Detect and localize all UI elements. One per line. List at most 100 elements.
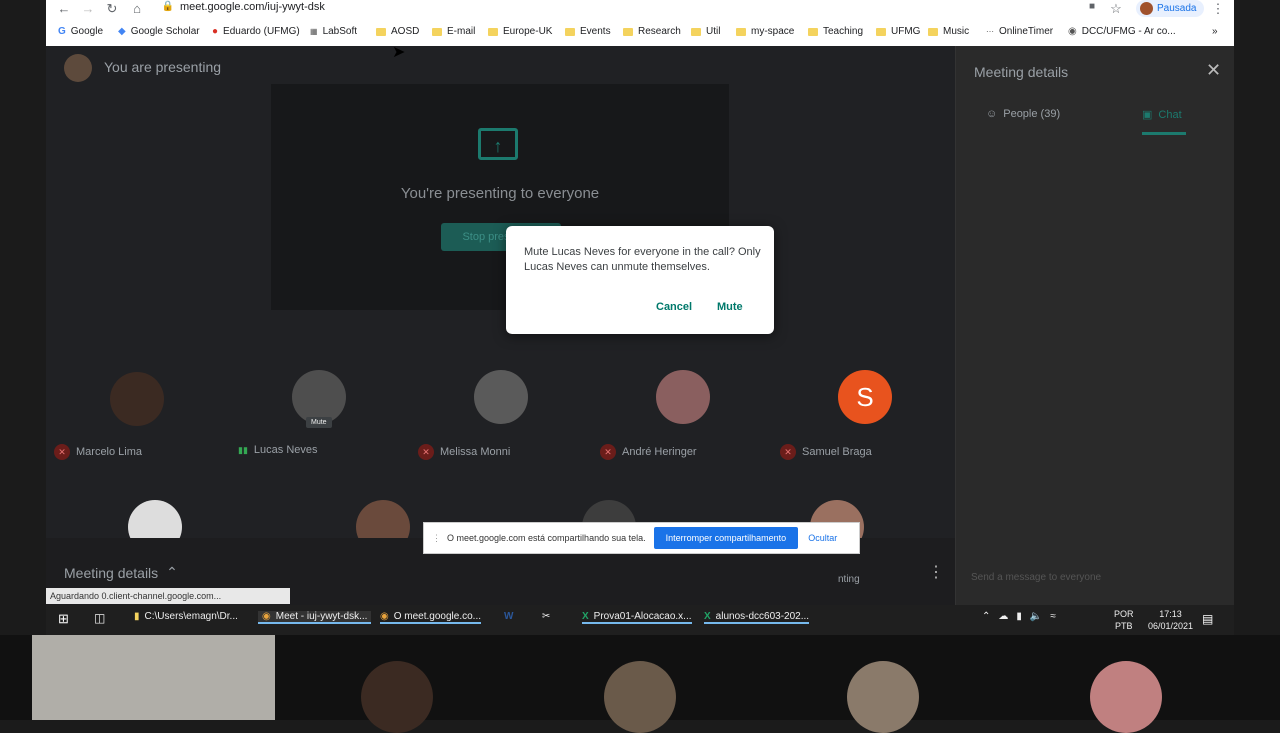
bookmark-music[interactable]: Music bbox=[928, 26, 969, 37]
meeting-details-label: Meeting details bbox=[64, 564, 159, 581]
bookmark-europe[interactable]: Europe-UK bbox=[488, 26, 552, 37]
taskbar-excel-2[interactable]: Xalunos-dcc603-202... bbox=[704, 611, 810, 624]
star-icon[interactable]: ☆ bbox=[1108, 1, 1124, 17]
participant-andre[interactable]: ✕ André Heringer bbox=[600, 444, 697, 460]
folder-icon bbox=[623, 27, 633, 36]
presenting-status: nting bbox=[838, 574, 860, 585]
taskbar-explorer[interactable]: ▮ C:\Users\emagn\Dr... bbox=[134, 611, 238, 622]
bookmark-events[interactable]: Events bbox=[565, 26, 611, 37]
chat-input[interactable]: Send a message to everyone bbox=[971, 572, 1101, 583]
bookmark-research[interactable]: Research bbox=[623, 26, 681, 37]
participant-name: Melissa Monni bbox=[440, 446, 511, 458]
avatar bbox=[656, 370, 710, 424]
language-indicator[interactable]: POR PTB bbox=[1114, 608, 1134, 632]
avatar bbox=[474, 370, 528, 424]
timer-icon: ⋯ bbox=[986, 27, 994, 36]
labsoft-icon: ▦ bbox=[310, 27, 318, 36]
drag-handle-icon[interactable]: ⋮ bbox=[432, 533, 441, 544]
tab-label: Chat bbox=[1158, 108, 1182, 121]
bookmark-util[interactable]: Util bbox=[691, 26, 720, 37]
participant-lucas[interactable]: ▮▮ Lucas Neves bbox=[238, 444, 318, 456]
participant-name: Samuel Braga bbox=[802, 446, 872, 458]
system-tray[interactable]: ⌃ ☁ ▮ 🔈 ≈ bbox=[982, 611, 1056, 622]
more-options-icon[interactable]: ⋮ bbox=[928, 562, 944, 582]
reload-icon[interactable]: ↻ bbox=[104, 1, 120, 17]
bookmark-scholar[interactable]: ◆ Google Scholar bbox=[118, 26, 200, 37]
presenting-to-text: You're presenting to everyone bbox=[400, 185, 600, 202]
task-view-icon[interactable]: ◫ bbox=[94, 611, 105, 625]
windows-start-icon[interactable]: ⊞ bbox=[58, 611, 69, 627]
lang-label: POR bbox=[1114, 609, 1134, 619]
bookmark-myspace[interactable]: my-space bbox=[736, 26, 794, 37]
bookmark-label: my-space bbox=[751, 26, 795, 37]
windows-taskbar: ⊞ ◫ ▮ C:\Users\emagn\Dr... ◉ Meet - iuj-yw… bbox=[46, 605, 1234, 635]
snipping-icon[interactable]: ✂ bbox=[542, 611, 550, 622]
profile-label: Pausada bbox=[1157, 3, 1197, 14]
mouse-cursor-icon: ➤ bbox=[392, 44, 406, 61]
menu-icon[interactable]: ⋮ bbox=[1210, 1, 1226, 17]
participant-marcelo[interactable]: ✕ Marcelo Lima bbox=[54, 444, 142, 460]
bookmark-onlinetimer[interactable]: ⋯ OnlineTimer bbox=[986, 26, 1053, 37]
hide-button[interactable]: Ocultar bbox=[808, 533, 837, 543]
taskbar-label: O meet.google.co... bbox=[393, 611, 482, 622]
bookmark-teaching[interactable]: Teaching bbox=[808, 26, 863, 37]
camera-icon[interactable]: ■ bbox=[1084, 1, 1100, 12]
mic-off-icon: ✕ bbox=[418, 444, 434, 460]
bookmark-dcc[interactable]: ◉ DCC/UFMG - Ar co... bbox=[1068, 26, 1176, 37]
mute-dialog: Mute Lucas Neves for everyone in the cal… bbox=[506, 226, 774, 334]
url-field[interactable]: meet.google.com/iuj-ywyt-dsk bbox=[180, 1, 325, 13]
tab-people[interactable]: ☺ People (39) bbox=[986, 108, 1060, 120]
stop-sharing-button[interactable]: Interromper compartilhamento bbox=[653, 527, 799, 549]
avatar bbox=[604, 661, 676, 733]
taskbar-meet-share[interactable]: ◉ O meet.google.co... bbox=[380, 611, 482, 624]
meeting-details-panel: Meeting details ✕ ☺ People (39) ▣ Chat Sen… bbox=[955, 46, 1234, 605]
more-bookmarks-icon[interactable]: » bbox=[1212, 26, 1218, 37]
presenting-label: You are presenting bbox=[104, 59, 222, 75]
mute-tooltip: Mute bbox=[306, 417, 332, 428]
mute-button[interactable]: Mute bbox=[717, 301, 743, 313]
notification-icon[interactable]: ▤ bbox=[1202, 612, 1213, 626]
participant-samuel[interactable]: ✕ Samuel Braga bbox=[780, 444, 872, 460]
tab-label: People (39) bbox=[1003, 108, 1061, 120]
cancel-button[interactable]: Cancel bbox=[656, 301, 692, 313]
participant-name: André Heringer bbox=[622, 446, 697, 458]
taskbar-meet[interactable]: ◉ Meet - iuj-ywyt-dsk... bbox=[258, 611, 372, 624]
forward-icon[interactable]: → bbox=[80, 1, 96, 16]
word-icon[interactable]: W bbox=[504, 611, 513, 622]
taskbar-label: alunos-dcc603-202... bbox=[715, 611, 810, 622]
lock-icon[interactable]: 🔒 bbox=[160, 1, 176, 12]
bookmark-label: Events bbox=[580, 26, 611, 37]
participant-melissa[interactable]: ✕ Melissa Monni bbox=[418, 444, 510, 460]
close-icon[interactable]: ✕ bbox=[1206, 60, 1221, 81]
globe-icon: ● bbox=[212, 26, 219, 37]
profile-button[interactable]: Pausada bbox=[1136, 0, 1205, 17]
taskbar-label: Meet - iuj-ywyt-dsk... bbox=[275, 611, 368, 622]
video-strip bbox=[0, 635, 1280, 733]
back-icon[interactable]: ← bbox=[56, 1, 72, 16]
bookmark-labsoft[interactable]: ▦ LabSoft bbox=[310, 26, 357, 37]
meet-stage: You are presenting ↑ You're presenting t… bbox=[46, 46, 955, 554]
bookmark-ufmg[interactable]: UFMG bbox=[876, 26, 920, 37]
tab-chat[interactable]: ▣ Chat bbox=[1142, 108, 1182, 122]
bookmark-google[interactable]: G Google bbox=[58, 26, 103, 37]
google-icon: G bbox=[58, 26, 66, 37]
scholar-icon: ◆ bbox=[118, 26, 126, 37]
bookmark-aosd[interactable]: AOSD bbox=[376, 26, 419, 37]
bookmark-eduardo[interactable]: ● Eduardo (UFMG) bbox=[212, 26, 300, 37]
bookmark-label: OnlineTimer bbox=[999, 26, 1054, 37]
meeting-details-button[interactable]: Meeting details ⌃ bbox=[64, 564, 178, 581]
taskbar-label: Prova01-Alocacao.x... bbox=[593, 611, 692, 622]
mic-off-icon: ✕ bbox=[600, 444, 616, 460]
wifi-icon: ≈ bbox=[1050, 611, 1056, 622]
folder-icon: ▮ bbox=[134, 611, 140, 622]
avatar bbox=[64, 54, 92, 82]
chat-icon: ▣ bbox=[1142, 109, 1153, 121]
status-bar: Aguardando 0.client-channel.google.com..… bbox=[46, 588, 290, 604]
chevron-up-icon: ⌃ bbox=[166, 564, 178, 580]
home-icon[interactable]: ⌂ bbox=[129, 1, 145, 16]
avatar: S bbox=[838, 370, 892, 424]
bookmark-email[interactable]: E-mail bbox=[432, 26, 475, 37]
clock[interactable]: 17:13 06/01/2021 bbox=[1148, 608, 1193, 632]
excel-icon: X bbox=[704, 611, 711, 622]
taskbar-excel-1[interactable]: X Prova01-Alocacao.x... bbox=[582, 611, 692, 624]
